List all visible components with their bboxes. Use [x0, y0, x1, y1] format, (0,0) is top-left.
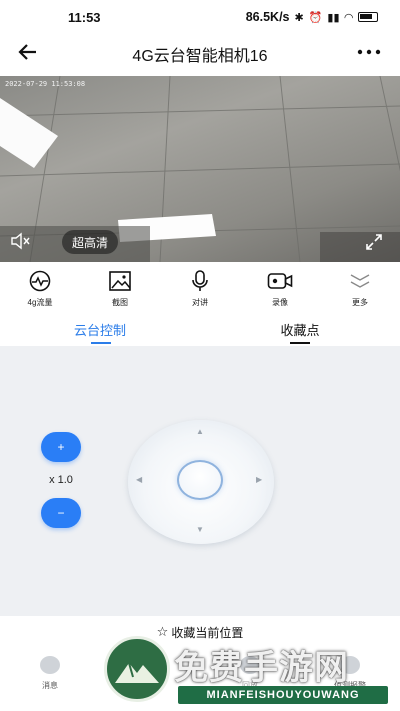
screenshot-icon	[109, 271, 131, 291]
bluetooth-icon: ✱	[294, 11, 304, 24]
page-title: 4G云台智能相机16	[132, 48, 268, 65]
quality-button[interactable]: 超高清	[62, 230, 118, 254]
tool-label: 对讲	[192, 298, 208, 307]
star-outline-icon: ☆	[156, 624, 169, 639]
status-icons: 86.5K/s ✱ ⏰ ▮▮ ◠	[246, 10, 378, 24]
nav-label: 消息	[42, 681, 58, 690]
zoom-out-button[interactable]: −	[41, 498, 81, 528]
ptz-panel: + x 1.0 − ▲ ▼ ◀ ▶	[0, 346, 400, 616]
tool-screenshot[interactable]: 截图	[80, 266, 160, 312]
tool-label: 录像	[272, 298, 288, 307]
arrow-left-icon	[18, 44, 36, 60]
arrow-down-icon[interactable]: ▼	[196, 526, 204, 534]
joystick-knob[interactable]	[177, 460, 223, 500]
watermark-subtitle: MIANFEISHOUYOUWANG	[178, 686, 388, 704]
network-speed: 86.5K/s	[245, 10, 290, 24]
arrow-up-icon[interactable]: ▲	[196, 428, 204, 436]
back-button[interactable]	[16, 40, 46, 68]
tool-record[interactable]: 录像	[240, 266, 320, 312]
data-usage-icon	[29, 270, 51, 292]
expand-icon	[366, 234, 382, 250]
toolbar: 4g流量 截图 对讲 录像 更多	[0, 266, 400, 312]
tab-bookmarks[interactable]: 收藏点	[200, 314, 400, 346]
mute-button[interactable]	[10, 232, 36, 254]
zoom-value: x 1.0	[49, 474, 73, 486]
tab-ptz-control[interactable]: 云台控制	[0, 314, 200, 346]
tool-data-usage[interactable]: 4g流量	[0, 266, 80, 312]
mountain-logo-icon	[115, 662, 159, 683]
more-dots-icon	[357, 49, 381, 55]
speaker-mute-icon	[11, 232, 30, 250]
watermark-logo	[104, 636, 170, 702]
arrow-left-icon[interactable]: ◀	[136, 476, 142, 484]
zoom-in-button[interactable]: +	[41, 432, 81, 462]
chevron-down-double-icon	[350, 274, 370, 288]
camera-video-view[interactable]: 2022-07-29 11:53:08 超高清	[0, 76, 400, 262]
watermark-title: 免费手游网	[174, 648, 349, 688]
microphone-icon	[192, 270, 208, 291]
tab-bar: 云台控制 收藏点	[0, 314, 400, 346]
ptz-joystick[interactable]: ▲ ▼ ◀ ▶	[128, 420, 274, 544]
more-button[interactable]	[354, 40, 384, 68]
wifi-icon: ◠	[344, 11, 353, 24]
tool-label: 更多	[352, 298, 368, 307]
fullscreen-button[interactable]	[364, 232, 386, 254]
status-bar: 11:53 86.5K/s ✱ ⏰ ▮▮ ◠	[0, 0, 400, 34]
record-video-icon	[267, 273, 293, 289]
header: 4G云台智能相机16	[0, 34, 400, 74]
arrow-right-icon[interactable]: ▶	[256, 476, 262, 484]
alarm-icon: ⏰	[308, 11, 323, 24]
tool-label: 截图	[112, 298, 128, 307]
tool-label: 4g流量	[27, 298, 53, 307]
status-time: 11:53	[68, 9, 101, 25]
battery-icon	[358, 12, 378, 22]
hd-signal-icon: ▮▮	[327, 11, 340, 24]
tool-intercom[interactable]: 对讲	[160, 266, 240, 312]
message-icon	[40, 656, 60, 674]
nav-messages[interactable]: 消息	[0, 650, 100, 692]
video-timestamp: 2022-07-29 11:53:08	[5, 80, 86, 88]
ceiling-grid	[0, 76, 400, 262]
save-position-label: 收藏当前位置	[171, 625, 244, 640]
tool-more[interactable]: 更多	[320, 266, 400, 312]
